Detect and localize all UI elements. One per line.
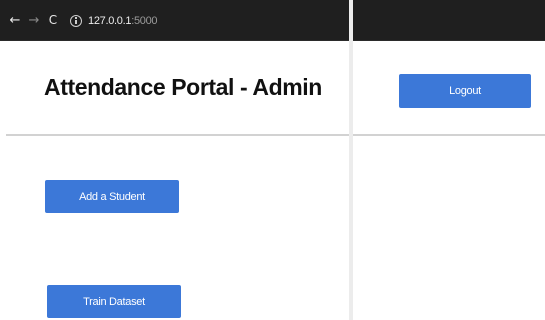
url-host: 127.0.0.1 [88,14,132,27]
forward-arrow-icon[interactable]: → [27,12,41,29]
page-title: Attendance Portal - Admin [44,74,322,100]
browser-window-left: ← → C 127.0.0.1:5000 Attendance Portal -… [0,0,349,320]
url-port: :5000 [131,14,158,27]
header-divider [6,134,349,136]
browser-window-right: Logout [353,0,545,320]
header-divider-right [353,134,545,136]
site-info-icon[interactable] [70,14,82,27]
reload-icon[interactable]: C [46,12,60,29]
screenshot-root: ← → C 127.0.0.1:5000 Attendance Portal -… [0,0,545,320]
add-student-button[interactable]: Add a Student [45,180,179,213]
train-dataset-button[interactable]: Train Dataset [47,285,181,318]
browser-toolbar-right [353,0,545,41]
address-bar[interactable]: 127.0.0.1:5000 [64,10,264,31]
back-arrow-icon[interactable]: ← [8,12,22,29]
browser-toolbar: ← → C 127.0.0.1:5000 [0,0,349,41]
logout-button[interactable]: Logout [399,74,531,108]
